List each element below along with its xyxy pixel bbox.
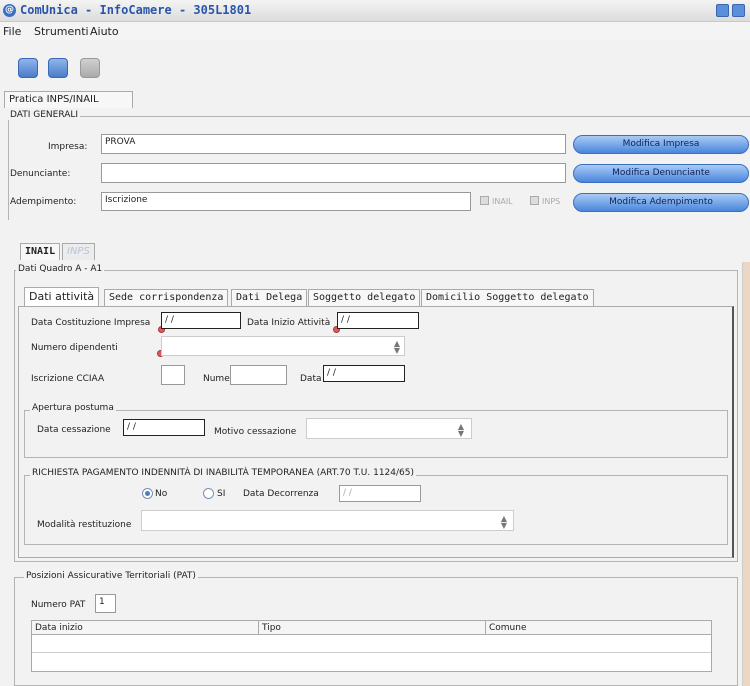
print-icon[interactable]	[80, 58, 100, 78]
tab-sede-corrispondenza[interactable]: Sede corrispondenza	[104, 289, 229, 306]
pat-label: Posizioni Assicurative Territoriali (PAT…	[24, 571, 198, 581]
modifica-denunciante-button[interactable]: Modifica Denunciante	[573, 164, 749, 183]
menu-file[interactable]: File	[3, 25, 21, 38]
adempimento-field[interactable]: Iscrizione	[101, 192, 471, 211]
modalita-select[interactable]	[141, 510, 514, 531]
table-header-comune[interactable]: Comune	[486, 621, 711, 635]
table-header-data-inizio[interactable]: Data inizio	[32, 621, 259, 635]
dipendenti-label: Numero dipendenti	[31, 343, 118, 353]
save-icon[interactable]	[18, 58, 38, 78]
tab-domicilio-soggetto[interactable]: Domicilio Soggetto delegato	[421, 289, 594, 306]
modifica-impresa-button[interactable]: Modifica Impresa	[573, 135, 749, 154]
modalita-label: Modalità restituzione	[37, 520, 132, 530]
cciaa-label: Iscrizione CCIAA	[31, 374, 105, 384]
vertical-scrollbar[interactable]	[742, 262, 750, 686]
numero-pat-field[interactable]: 1	[95, 594, 116, 613]
data-label: Data	[300, 374, 322, 384]
tab-inail[interactable]: INAIL	[20, 243, 61, 260]
tab-pratica[interactable]: Pratica INPS/INAIL	[4, 91, 133, 108]
table-header-tipo[interactable]: Tipo	[259, 621, 486, 635]
richiesta-label: RICHIESTA PAGAMENTO INDENNITÀ DI INABILI…	[30, 468, 416, 478]
minimize-button[interactable]	[716, 4, 729, 17]
cessazione-label: Data cessazione	[37, 425, 111, 435]
spinner-icon[interactable]: ▲ ▼	[392, 340, 402, 355]
motivo-label: Motivo cessazione	[214, 427, 297, 437]
dipendenti-select[interactable]	[161, 336, 405, 356]
inizio-label: Data Inizio Attività	[247, 318, 331, 328]
costituzione-field[interactable]: / /	[161, 312, 241, 329]
radio-si-label: SI	[217, 489, 226, 499]
inail-checkbox[interactable]	[480, 196, 489, 205]
adempimento-label: Adempimento:	[10, 197, 77, 207]
inail-checkbox-label: INAIL	[492, 197, 513, 206]
window-title: ComUnica - InfoCamere - 305L1801	[20, 3, 252, 17]
decorrenza-label: Data Decorrenza	[243, 489, 319, 499]
motivo-select[interactable]	[306, 418, 472, 439]
dati-quadro-label: Dati Quadro A - A1	[16, 264, 105, 274]
denunciante-field[interactable]	[101, 163, 566, 183]
decorrenza-field[interactable]: / /	[339, 485, 421, 502]
inizio-field[interactable]: / /	[337, 312, 419, 329]
tab-inps[interactable]: INPS	[62, 243, 95, 260]
cciaa-field[interactable]	[161, 365, 185, 385]
tab-dati-attivita[interactable]: Dati attività	[24, 287, 100, 306]
apertura-label: Apertura postuma	[30, 403, 116, 413]
inps-checkbox[interactable]	[530, 196, 539, 205]
tab-dati-delega[interactable]: Dati Delega	[231, 289, 308, 306]
tab-soggetto-delegato[interactable]: Soggetto delegato	[308, 289, 421, 306]
gear-icon[interactable]	[48, 58, 68, 78]
impresa-label: Impresa:	[48, 142, 88, 152]
menu-aiuto[interactable]: Aiuto	[90, 25, 119, 38]
cessazione-field[interactable]: / /	[123, 419, 205, 436]
impresa-field[interactable]: PROVA	[101, 134, 566, 154]
modifica-adempimento-button[interactable]: Modifica Adempimento	[573, 193, 749, 212]
numero-pat-label: Numero PAT	[31, 600, 86, 610]
toolbar	[0, 40, 750, 76]
spinner-icon[interactable]: ▲ ▼	[456, 423, 466, 438]
inps-checkbox-label: INPS	[542, 197, 561, 206]
denunciante-label: Denunciante:	[10, 169, 71, 179]
spinner-icon[interactable]: ▲ ▼	[499, 515, 509, 530]
radio-no-label: No	[155, 489, 168, 499]
numero-field[interactable]	[230, 365, 287, 385]
dati-generali-label: DATI GENERALI	[8, 110, 81, 120]
radio-si[interactable]	[203, 488, 214, 499]
app-icon: @	[3, 4, 16, 17]
menu-strumenti[interactable]: Strumenti	[34, 25, 89, 38]
data-field[interactable]: / /	[323, 365, 405, 382]
radio-no[interactable]	[142, 488, 153, 499]
costituzione-label: Data Costituzione Impresa	[31, 318, 151, 328]
maximize-button[interactable]	[732, 4, 745, 17]
table-row-divider	[32, 652, 711, 653]
